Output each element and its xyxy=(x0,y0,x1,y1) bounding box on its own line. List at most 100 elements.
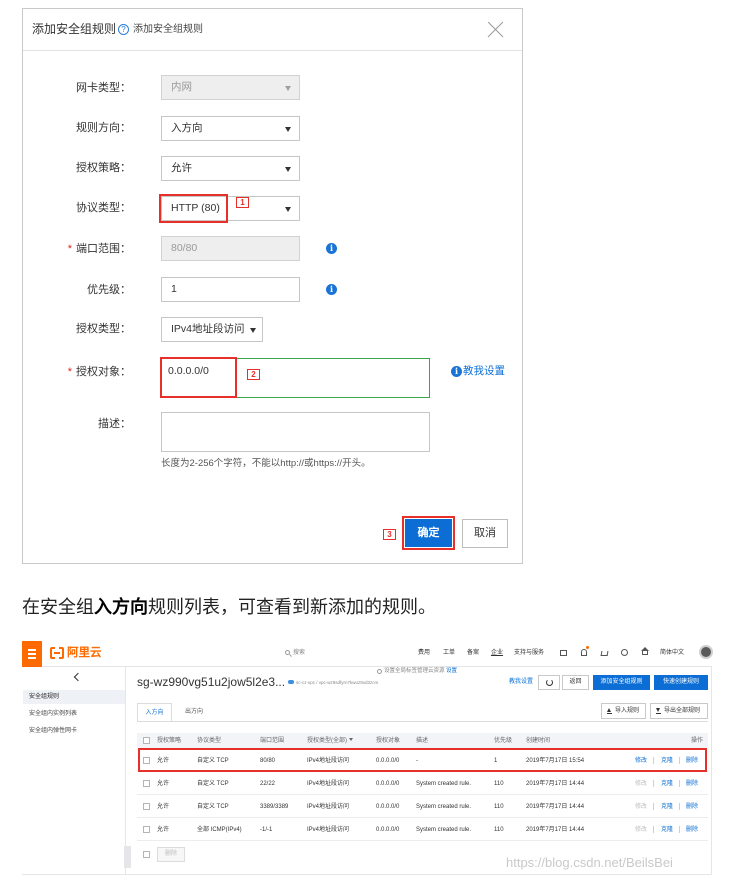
nic-type-value: 内网 xyxy=(171,81,192,93)
cell-protocol: 自定义 TCP xyxy=(197,780,229,787)
auth-type-select[interactable]: IPv4地址段访问 xyxy=(161,317,263,342)
auth-object-label-text: 授权对象： xyxy=(76,366,131,378)
cell-created: 2019年7月17日 14:44 xyxy=(526,826,585,833)
search-icon[interactable] xyxy=(285,650,290,655)
row-checkbox[interactable] xyxy=(143,803,150,810)
select-all-checkbox[interactable] xyxy=(143,737,150,744)
auth-type-label: 授权类型： xyxy=(76,323,131,335)
column-header: 授权策略 xyxy=(157,737,182,744)
cart-icon[interactable] xyxy=(600,651,609,656)
quick-create-button[interactable]: 快速创建规则 xyxy=(654,675,708,690)
import-rules-button[interactable]: 导入规则 xyxy=(601,703,646,719)
dialog-help-link[interactable]: 添加安全组规则 xyxy=(133,23,203,36)
refresh-button[interactable] xyxy=(538,675,560,690)
cell-priority: 110 xyxy=(494,826,504,833)
cancel-button[interactable]: 取消 xyxy=(462,519,508,548)
tab-inbound[interactable]: 入方向 xyxy=(137,703,172,722)
sidebar-item-rules[interactable]: 安全组规则 xyxy=(29,693,59,701)
tag-settings-link[interactable]: 设置 xyxy=(446,668,457,674)
hamburger-icon[interactable] xyxy=(22,641,42,667)
nav-enterprise[interactable]: 企业 xyxy=(491,649,503,657)
export-rules-button[interactable]: 导出全部规则 xyxy=(650,703,708,719)
watermark: https://blog.csdn.net/BeilsBei xyxy=(506,855,673,870)
row-checkbox[interactable] xyxy=(143,780,150,787)
caption-bold: 入方向 xyxy=(94,597,148,617)
back-button[interactable]: 返回 xyxy=(562,675,589,690)
column-header: 端口范围 xyxy=(260,737,285,744)
clone-link[interactable]: 克隆 xyxy=(661,803,673,811)
cell-object: 0.0.0.0/0 xyxy=(376,803,400,810)
column-header: 描述 xyxy=(416,737,429,744)
brand-name[interactable]: 阿里云 xyxy=(67,647,102,660)
aliyun-logo-icon xyxy=(50,646,64,660)
teach-me-link[interactable]: 教我设置 xyxy=(463,365,505,378)
delete-link[interactable]: 删除 xyxy=(686,780,698,788)
description-label: 描述： xyxy=(98,418,131,430)
info-icon[interactable]: i xyxy=(326,284,337,295)
auth-type-filter[interactable]: 授权类型(全部) xyxy=(307,737,353,745)
cloud-icon xyxy=(288,680,294,684)
dialog-title: 添加安全组规则 xyxy=(32,22,117,36)
nav-icp[interactable]: 备案 xyxy=(467,649,479,657)
console-topbar xyxy=(22,641,712,667)
cell-port: 22/22 xyxy=(260,780,276,787)
clone-link[interactable]: 克隆 xyxy=(661,826,673,834)
edit-link: 修改 xyxy=(635,826,648,833)
cell-auth-type: IPv4地址段访问 xyxy=(307,780,350,787)
caption-text: 在安全组入方向规则列表，可查看到新添加的规则。 xyxy=(22,597,436,618)
confirm-button[interactable]: 确定 xyxy=(405,519,452,547)
direction-select[interactable]: 入方向 xyxy=(161,116,300,141)
message-icon[interactable] xyxy=(560,650,567,656)
tab-outbound[interactable]: 出方向 xyxy=(179,703,209,722)
table-row: 允许 全部 ICMP(IPv4) -1/-1 IPv4地址段访问 0.0.0.0… xyxy=(137,818,708,841)
edit-link: 修改 xyxy=(635,803,648,810)
cell-policy: 允许 xyxy=(157,780,170,787)
nav-support[interactable]: 支持与服务 xyxy=(514,649,544,657)
sidebar-collapse-handle[interactable] xyxy=(124,846,131,868)
close-icon[interactable] xyxy=(487,21,504,38)
chevron-down-icon xyxy=(285,207,291,212)
avatar[interactable] xyxy=(699,645,713,659)
nav-billing[interactable]: 费用 xyxy=(418,649,430,657)
teach-me-link[interactable]: 教我设置 xyxy=(509,678,533,686)
info-icon[interactable]: i xyxy=(326,243,337,254)
vpc-path[interactable]: sc-cz-vpc / vpc-wz9sdfyrn7kwuz9xd3zcm xyxy=(296,680,378,686)
help-icon[interactable] xyxy=(621,649,628,656)
nic-type-label: 网卡类型： xyxy=(76,82,131,94)
question-circle-icon[interactable]: ? xyxy=(118,24,129,35)
cell-protocol: 自定义 TCP xyxy=(197,803,229,810)
language-switch[interactable]: 简体中文 xyxy=(660,649,684,657)
chevron-down-icon xyxy=(285,127,291,132)
policy-select[interactable]: 允许 xyxy=(161,156,300,181)
bulk-select-checkbox[interactable] xyxy=(143,851,150,858)
nic-type-select: 内网 xyxy=(161,75,300,100)
divider xyxy=(653,780,654,787)
clone-link[interactable]: 克隆 xyxy=(661,780,673,788)
divider xyxy=(653,826,654,833)
divider xyxy=(653,803,654,810)
step-marker-1: 1 xyxy=(236,197,249,208)
cell-port: -1/-1 xyxy=(260,826,273,833)
bell-icon[interactable] xyxy=(581,649,587,656)
cell-auth-type: IPv4地址段访问 xyxy=(307,803,350,810)
nav-tickets[interactable]: 工单 xyxy=(443,649,455,657)
delete-link[interactable]: 删除 xyxy=(686,803,698,811)
priority-label: 优先级： xyxy=(87,284,131,296)
priority-input[interactable]: 1 xyxy=(161,277,300,302)
cell-priority: 110 xyxy=(494,803,504,810)
import-label: 导入规则 xyxy=(615,708,640,714)
sidebar-item-enis[interactable]: 安全组内弹性网卡 xyxy=(29,727,77,735)
sidebar-item-instances[interactable]: 安全组内实例列表 xyxy=(29,710,77,718)
delete-link[interactable]: 删除 xyxy=(686,826,698,834)
dialog-header-divider xyxy=(23,50,522,51)
policy-value: 允许 xyxy=(171,162,192,174)
add-rule-button[interactable]: 添加安全组规则 xyxy=(593,675,650,690)
required-mark: * xyxy=(67,243,72,255)
search-input[interactable]: 搜索 xyxy=(293,649,305,657)
cell-description: System created rule. xyxy=(416,803,472,810)
cell-created: 2019年7月17日 14:44 xyxy=(526,780,585,787)
description-textarea[interactable] xyxy=(161,412,430,452)
tab-divider xyxy=(137,721,708,722)
row-checkbox[interactable] xyxy=(143,826,150,833)
table-header: 授权策略 协议类型 端口范围 授权类型(全部) 授权对象 描述 优先级 创建时间… xyxy=(137,733,708,748)
